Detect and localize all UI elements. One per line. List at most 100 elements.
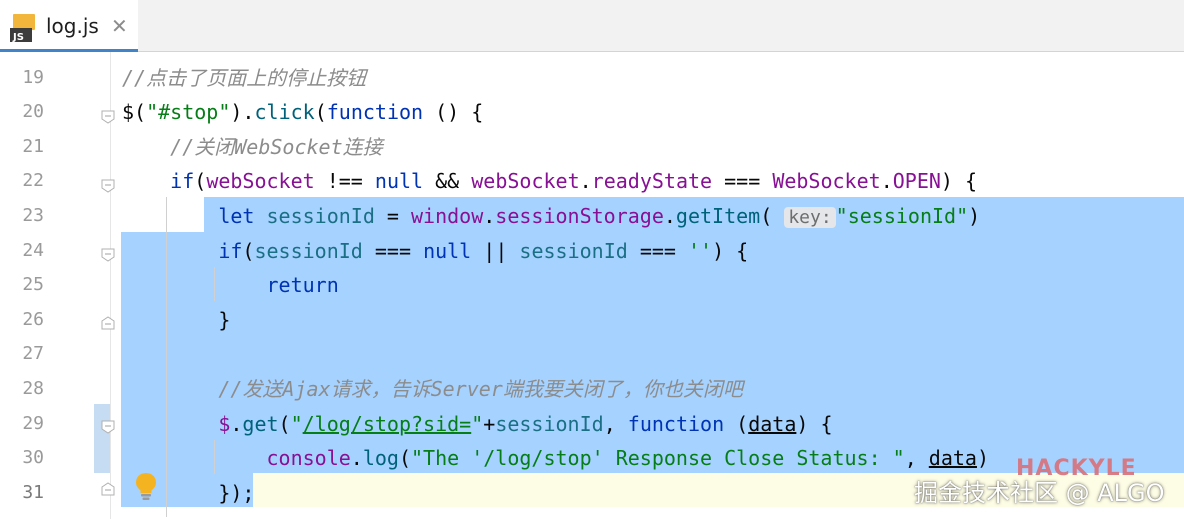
code-line[interactable]: let sessionId = window.sessionStorage.ge… [122, 199, 980, 236]
code-token: === [362, 238, 424, 263]
code-token: " [290, 411, 303, 436]
fold-close-icon[interactable] [101, 316, 115, 330]
fold-open-icon[interactable] [101, 420, 115, 434]
line-number: 29 [22, 412, 44, 434]
code-token: webSocket [471, 169, 580, 194]
javascript-file-icon: JS [10, 14, 35, 42]
code-token: " [471, 411, 484, 436]
code-token: ( [278, 411, 291, 436]
code-token: . [663, 203, 676, 228]
code-token: () { [423, 100, 484, 125]
code-token: $ [218, 411, 231, 436]
line-number: 22 [22, 170, 44, 192]
code-token: window [411, 203, 484, 228]
code-token: "The '/log/stop' Response Close Status: … [411, 446, 905, 471]
code-token: || [471, 238, 520, 263]
code-token: webSocket [206, 169, 315, 194]
code-token: function [326, 100, 424, 125]
code-line[interactable]: return [122, 268, 339, 303]
fold-open-icon[interactable] [101, 248, 115, 262]
code-token: $( [122, 100, 147, 125]
code-token: sessionId [254, 238, 363, 263]
code-token: ) { [940, 169, 978, 194]
code-token: WebSocket [772, 169, 881, 194]
gutter-change-marker [94, 404, 110, 473]
line-number: 24 [22, 239, 44, 261]
indent-guide [214, 440, 215, 474]
editor-tab-bar: JS log.js ✕ [0, 0, 1184, 52]
code-token: . [350, 446, 363, 471]
code-token: === [627, 238, 688, 263]
code-token: sessionStorage [495, 203, 664, 228]
code-token: + [483, 411, 496, 436]
code-token: ). [230, 100, 255, 125]
code-token: getItem [675, 203, 761, 228]
line-number: 31 [22, 481, 44, 503]
fold-open-icon[interactable] [101, 179, 115, 193]
code-token: ) [968, 203, 981, 228]
lightbulb-icon[interactable] [133, 471, 159, 501]
code-token: OPEN [892, 169, 941, 194]
code-line[interactable]: if(webSocket !== null && webSocket.ready… [122, 164, 977, 199]
code-token: function [627, 411, 725, 436]
code-token: get [242, 411, 279, 436]
code-token: ) [976, 446, 990, 471]
code-token: , [603, 411, 628, 436]
code-token: readyState [591, 169, 713, 194]
code-token: log [362, 446, 399, 471]
code-token: = [374, 203, 411, 228]
code-line[interactable]: $("#stop").click(function () { [122, 95, 483, 130]
line-number: 26 [22, 308, 44, 330]
code-token: sessionId [266, 203, 375, 228]
code-token: , [904, 446, 929, 471]
code-line[interactable]: $.get("/log/stop?sid="+sessionId, functi… [122, 407, 833, 442]
code-token: //点击了页面上的停止按钮 [122, 65, 367, 90]
close-icon[interactable]: ✕ [111, 16, 128, 36]
parameter-hint: key: [784, 206, 836, 228]
code-token: let [218, 203, 255, 228]
code-token: if [170, 169, 195, 194]
code-token: if [218, 238, 243, 263]
fold-close-icon[interactable] [101, 482, 115, 496]
code-token: ) { [796, 411, 833, 436]
code-line[interactable]: console.log("The '/log/stop' Response Cl… [122, 441, 990, 476]
line-number: 27 [22, 343, 44, 365]
code-token: data [748, 411, 797, 436]
line-number: 30 [22, 447, 44, 469]
code-token: . [880, 169, 893, 194]
code-token: ( [242, 238, 255, 263]
code-token: . [230, 411, 243, 436]
code-line[interactable]: //发送Ajax请求，告诉Server端我要关闭了，你也关闭吧 [122, 372, 743, 407]
code-token: null [423, 238, 472, 263]
code-token: ( [398, 446, 412, 471]
fold-open-icon[interactable] [101, 110, 115, 124]
code-line[interactable]: //关闭WebSocket连接 [122, 130, 382, 165]
code-token: === [712, 169, 773, 194]
code-line[interactable]: if(sessionId === null || sessionId === '… [122, 234, 748, 269]
code-token: console [266, 446, 351, 471]
line-number: 28 [22, 377, 44, 399]
code-token: ( [194, 169, 207, 194]
code-token: null [374, 169, 424, 194]
code-token: "sessionId" [835, 203, 969, 228]
code-token: . [579, 169, 592, 194]
indent-guide [214, 267, 215, 301]
code-token: . [483, 203, 496, 228]
code-line[interactable]: } [122, 303, 230, 338]
tab-icon-label: JS [12, 32, 24, 42]
line-number: 21 [22, 135, 44, 157]
code-editor[interactable]: 19 20 21 22 23 24 25 26 27 28 29 30 31 //点击了页面上的停止按钮… [0, 52, 1184, 519]
tab-log-js[interactable]: JS log.js ✕ [0, 0, 138, 52]
code-token: } [122, 307, 231, 332]
code-line[interactable]: //点击了页面上的停止按钮 [122, 61, 366, 96]
code-token: /log/stop?sid= [302, 411, 472, 436]
watermark-site: 掘金技术社区 @ ALGO [914, 479, 1165, 507]
code-token: ( [314, 100, 327, 125]
line-number: 23 [22, 204, 44, 226]
